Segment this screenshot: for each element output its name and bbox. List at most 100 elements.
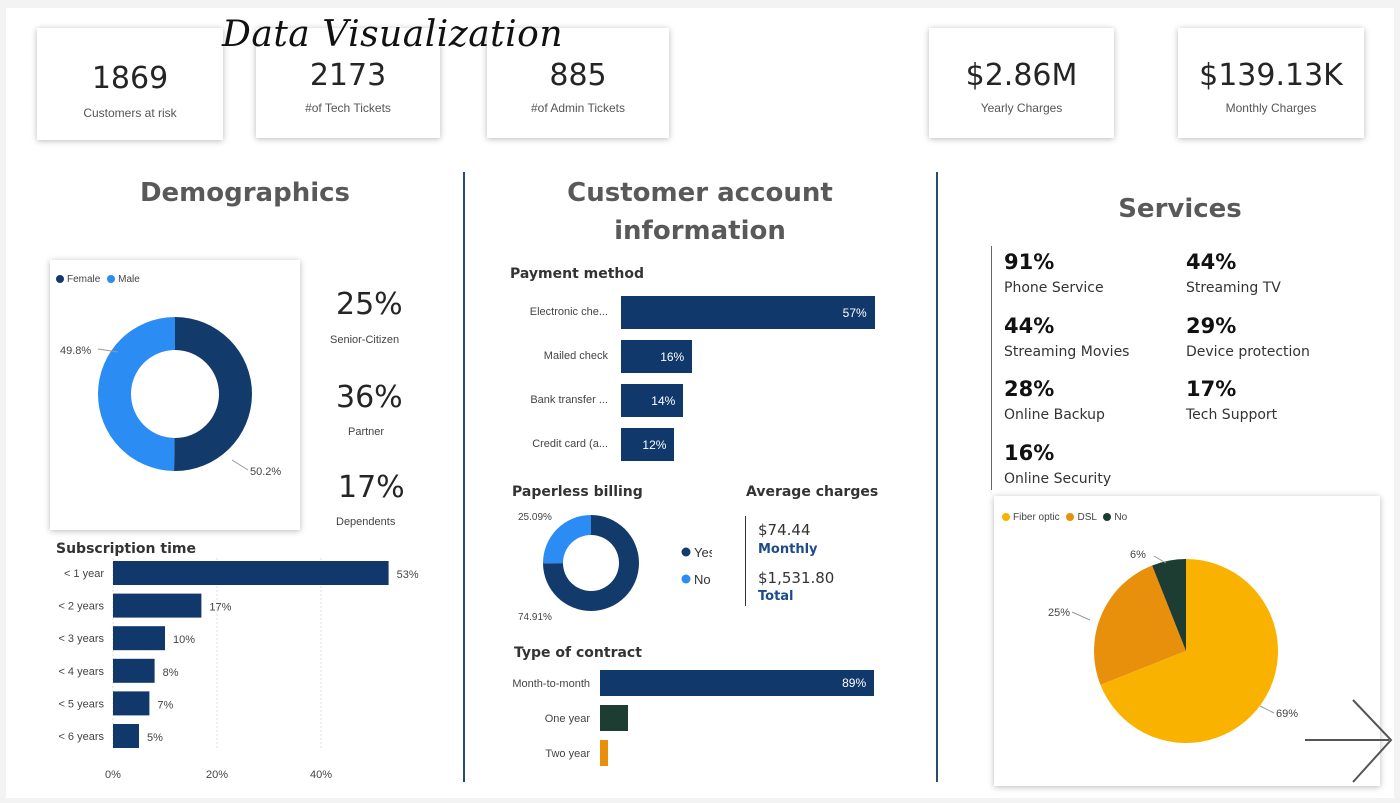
gender-donut-chart: 49.8% 50.2%	[60, 317, 281, 478]
male-slice	[97, 317, 175, 471]
page-title: Data Visualization	[222, 14, 563, 55]
service-label: Tech Support	[1186, 407, 1278, 423]
subscription-category-label: < 4 years	[58, 666, 104, 678]
subscription-data-label: 53%	[397, 569, 419, 581]
kpi-value: 1869	[91, 61, 169, 96]
service-percent: 17%	[1186, 377, 1237, 401]
subscription-category-label: < 6 years	[58, 731, 104, 743]
no-internet-data-label: 6%	[1130, 549, 1146, 561]
payment-method-data-label: 14%	[651, 394, 676, 408]
partner-value: 36%	[336, 380, 403, 415]
paperless-title: Paperless billing	[512, 484, 643, 500]
service-percent: 29%	[1186, 313, 1237, 338]
service-label: Online Security	[1004, 470, 1112, 487]
female-data-label: 50.2%	[250, 466, 281, 478]
service-label: Online Backup	[1004, 407, 1105, 423]
paperless-donut-chart: 25.09% 74.91% Yes No	[518, 512, 712, 623]
subscription-axis-tick: 0%	[105, 769, 121, 781]
subscription-axis-tick: 20%	[206, 769, 228, 781]
service-percent: 44%	[1186, 250, 1237, 274]
subscription-bar	[113, 691, 150, 716]
kpi-label: Yearly Charges	[980, 101, 1063, 115]
kpi-card-yearly-charges: $2.86M Yearly Charges	[929, 28, 1114, 138]
no-internet-leader-line	[1153, 555, 1167, 564]
contract-bar	[600, 740, 608, 766]
dsl-leader-line	[1071, 611, 1091, 621]
service-label: Streaming TV	[1186, 280, 1281, 296]
service-percent: 44%	[1004, 313, 1055, 338]
service-label: Streaming Movies	[1004, 343, 1130, 360]
customer-account-title: Customer account information	[540, 174, 860, 250]
payment-method-label: Mailed check	[543, 350, 608, 362]
subscription-bar	[113, 593, 202, 618]
senior-citizen-value: 25%	[336, 287, 403, 322]
payment-method-data-label: 12%	[642, 438, 667, 452]
payment-method-title: Payment method	[510, 266, 645, 282]
subscription-category-label: < 3 years	[58, 633, 104, 645]
kpi-value: $2.86M	[965, 58, 1078, 93]
subscription-data-label: 17%	[209, 602, 231, 614]
paperless-no-label: 25.09%	[518, 512, 552, 523]
contract-data-label: 89%	[842, 676, 867, 690]
subscription-data-label: 10%	[173, 634, 195, 646]
partner-label: Partner	[348, 426, 385, 438]
customer-account-title-line2: information	[614, 216, 786, 246]
service-label: Device protection	[1186, 343, 1310, 360]
kpi-label: #of Tech Tickets	[305, 101, 391, 115]
payment-method-label: Electronic che...	[529, 306, 608, 318]
contract-label: Two year	[545, 748, 590, 760]
subscription-data-label: 5%	[147, 732, 163, 744]
subscription-bar	[113, 658, 155, 683]
female-slice	[174, 317, 252, 471]
contract-label: Month-to-month	[512, 678, 590, 690]
contract-bar	[600, 670, 875, 696]
male-data-label: 49.8%	[60, 345, 91, 357]
senior-citizen-label: Senior-Citizen	[330, 334, 400, 346]
monthly-label: Monthly	[758, 542, 818, 557]
contract-title: Type of contract	[514, 645, 642, 661]
female-leader-line	[231, 459, 249, 471]
paperless-yes-label: 74.91%	[518, 612, 552, 623]
total-label: Total	[758, 589, 794, 604]
fiber-data-label: 69%	[1276, 708, 1298, 720]
customer-account-title-line1: Customer account	[567, 178, 833, 208]
demographics-title: Demographics	[139, 178, 351, 208]
subscription-bar	[113, 626, 165, 651]
kpi-value: 2173	[309, 58, 387, 93]
next-page-arrow-icon[interactable]	[1303, 698, 1395, 788]
kpi-value: $139.13K	[1199, 58, 1343, 93]
subscription-axis-tick: 40%	[310, 769, 332, 781]
gender-donut-card: Female Male 49.8% 50.2%	[50, 260, 300, 530]
no-legend-label: No	[694, 572, 711, 587]
subscription-bar	[113, 724, 139, 748]
subscription-chart: 0% 20% 40% < 1 year 53% < 2 years 17% < 3 year…	[58, 558, 419, 781]
services-divider	[991, 246, 992, 490]
contract-bar	[600, 705, 628, 731]
service-percent: 28%	[1004, 377, 1055, 401]
subscription-category-label: < 1 year	[64, 568, 104, 580]
kpi-card-monthly-charges: $139.13K Monthly Charges	[1178, 28, 1364, 138]
average-divider	[745, 516, 746, 606]
contract-label: One year	[544, 713, 590, 725]
subscription-category-label: < 2 years	[58, 601, 104, 613]
fiber-leader-line	[1259, 705, 1275, 714]
monthly-value: $74.44	[758, 521, 811, 539]
subscription-category-label: < 5 years	[58, 698, 104, 710]
total-value: $1,531.80	[758, 569, 835, 587]
payment-method-label: Bank transfer ...	[530, 394, 608, 406]
payment-method-bar	[621, 296, 875, 329]
subscription-data-label: 7%	[157, 699, 173, 711]
subscription-data-label: 8%	[163, 667, 179, 679]
dsl-data-label: 25%	[1048, 607, 1070, 619]
yes-legend-dot	[681, 547, 691, 557]
payment-method-data-label: 16%	[660, 350, 685, 364]
kpi-label: Monthly Charges	[1225, 101, 1317, 115]
payment-method-label: Credit card (a...	[532, 438, 608, 450]
kpi-label: Customers at risk	[83, 106, 177, 120]
service-percent: 91%	[1004, 250, 1055, 274]
kpi-card-customers-at-risk: 1869 Customers at risk	[37, 28, 223, 140]
no-legend-dot	[681, 574, 691, 584]
kpi-label: #of Admin Tickets	[530, 101, 626, 115]
average-charges-title: Average charges	[746, 484, 879, 500]
payment-method-data-label: 57%	[842, 306, 867, 320]
